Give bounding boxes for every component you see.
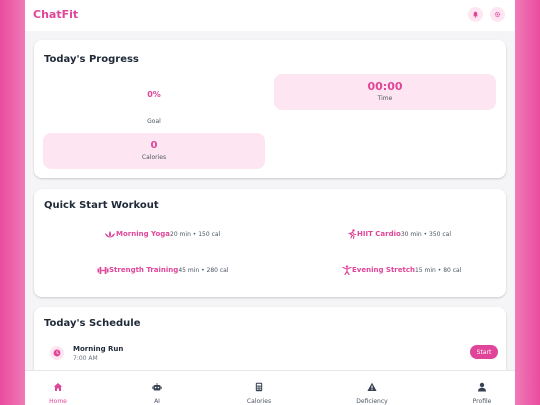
lotus-icon [104,230,116,239]
dumbbell-icon [97,266,109,275]
warning-icon [367,382,377,391]
progress-card: Today's Progress 0% Goal 00:00 Time 0 Ca… [34,40,506,178]
workout-strength-training[interactable]: Strength Training 45 min • 280 cal [97,263,229,277]
workout-meta: 30 min • 350 cal [400,230,452,238]
workout-meta: 45 min • 280 cal [178,266,229,274]
workout-meta: 20 min • 150 cal [170,230,221,238]
start-button[interactable]: Start [470,345,498,359]
calories-stat: 0 Calories [43,133,265,169]
workout-name: HIIT Cardio [357,230,401,238]
settings-button[interactable] [490,7,505,22]
notifications-button[interactable] [468,7,483,22]
workout-name: Morning Yoga [116,230,171,238]
app-header: ChatFit [25,0,515,31]
workout-evening-stretch[interactable]: Evening Stretch 15 min • 80 cal [342,263,461,277]
workout-name: Strength Training [109,266,179,274]
home-icon [53,383,63,391]
quick-start-title: Quick Start Workout [44,200,159,211]
schedule-item-name: Morning Run [73,345,124,353]
schedule-title: Today's Schedule [44,318,141,329]
calories-value: 0 [150,140,158,151]
time-value: 00:00 [367,80,403,93]
user-icon [478,382,486,392]
progress-title: Today's Progress [44,54,139,65]
goal-value: 0% [147,90,161,99]
bottom-nav: Home AI Calories Deficiency Profile [25,370,515,405]
bell-icon [473,11,478,18]
gear-icon [494,11,501,18]
workout-name: Evening Stretch [352,266,415,274]
workout-morning-yoga[interactable]: Morning Yoga 20 min • 150 cal [104,227,220,241]
nav-item-profile[interactable]: Profile [452,377,512,405]
nav-item-home[interactable]: Home [28,377,88,405]
nav-label: AI [154,398,160,405]
workout-hiit-cardio[interactable]: HIIT Cardio 30 min • 350 cal [347,227,451,241]
nav-label: Home [49,398,67,405]
nav-item-deficiency[interactable]: Deficiency [342,377,402,405]
goal-label: Goal [147,118,161,125]
schedule-item: Morning Run 7:00 AM Start [42,343,498,367]
quick-start-card: Quick Start Workout Morning Yoga 20 min … [34,189,506,297]
workout-meta: 15 min • 80 cal [414,266,462,274]
nav-item-calories[interactable]: Calories [229,377,289,405]
goal-stat: 0% Goal [43,74,265,130]
calculator-icon [255,382,263,392]
app-title: ChatFit [33,8,79,21]
time-stat: 00:00 Time [274,74,496,110]
nav-item-ai[interactable]: AI [127,377,187,405]
nav-label: Calories [246,398,272,405]
robot-icon [152,383,162,391]
stretch-icon [342,265,352,275]
running-icon [347,229,357,239]
schedule-item-time: 7:00 AM [73,355,98,362]
nav-label: Deficiency [356,398,388,405]
schedule-item-icon-wrap [50,346,64,360]
clock-icon [53,349,61,357]
calories-label: Calories [141,154,167,161]
time-label: Time [377,95,393,102]
app-frame: ChatFit Today's Progress 0% Goal 00:00 T… [25,0,515,405]
nav-label: Profile [472,398,492,405]
